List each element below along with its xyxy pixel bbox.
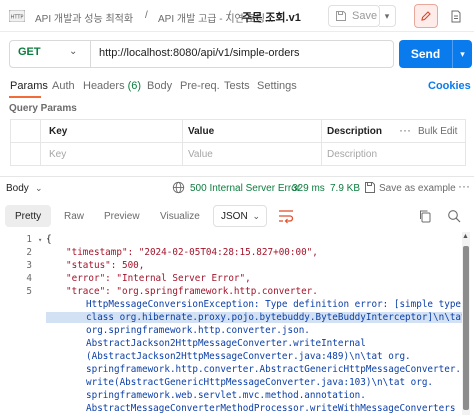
edit-button[interactable]	[414, 4, 438, 28]
http-request-icon: HTTP	[9, 10, 25, 22]
view-tab-raw[interactable]: Raw	[54, 205, 94, 227]
tab-settings[interactable]: Settings	[257, 80, 297, 92]
row-divider	[10, 142, 466, 143]
tab-headers[interactable]: Headers (6)	[83, 80, 141, 92]
globe-icon[interactable]	[172, 181, 185, 194]
line-number: 2	[26, 247, 32, 258]
column-header-value: Value	[188, 126, 215, 137]
format-select[interactable]: JSON ⌄	[213, 205, 267, 227]
save-button[interactable]: Save	[328, 5, 380, 27]
save-as-example-button[interactable]: Save as example	[379, 183, 456, 194]
code-line: springframework.web.servlet.mvc.method.a…	[86, 390, 366, 401]
pane-divider	[0, 176, 474, 177]
code-line: org.springframework.http.converter.json.	[86, 325, 310, 336]
method-select[interactable]: GET	[18, 46, 41, 58]
divider	[90, 41, 91, 67]
status-badge[interactable]: 500 Internal Server Error	[190, 183, 300, 194]
scroll-up-icon[interactable]: ▲	[462, 233, 469, 240]
breadcrumb-separator: /	[145, 10, 148, 21]
code-line: "timestamp": "2024-02-05T04:28:15.827+00…	[66, 247, 318, 258]
value-input[interactable]: Value	[188, 149, 213, 160]
highlighted-code-line: class org.hibernate.proxy.pojo.bytebuddy…	[46, 312, 467, 323]
active-tab-indicator	[9, 96, 41, 98]
key-input[interactable]: Key	[49, 149, 66, 160]
view-tab-visualize[interactable]: Visualize	[150, 205, 210, 227]
view-tab-pretty[interactable]: Pretty	[5, 205, 52, 227]
code-line: {	[46, 234, 52, 245]
save-options-button[interactable]: ▾	[379, 5, 396, 27]
url-input[interactable]: http://localhost:8080/api/v1/simple-orde…	[99, 47, 300, 59]
description-input[interactable]: Description	[327, 149, 377, 160]
column-header-key: Key	[49, 126, 68, 137]
send-label: Send	[410, 47, 441, 61]
send-button[interactable]: Send	[399, 40, 452, 68]
svg-text:HTTP: HTTP	[11, 15, 24, 21]
response-body-viewer[interactable]: 1 2 3 4 5 ▾ { "timestamp": "2024-02-05T0…	[0, 232, 474, 415]
code-line: "status": 500,	[66, 260, 145, 271]
save-icon	[336, 11, 346, 21]
breadcrumb-separator: /	[228, 10, 231, 21]
request-name[interactable]: 주문 조회.v1	[242, 9, 301, 25]
format-value: JSON	[221, 210, 248, 222]
tab-auth[interactable]: Auth	[52, 80, 75, 92]
document-icon	[451, 10, 461, 22]
response-time[interactable]: 329 ms	[292, 183, 325, 194]
documentation-button[interactable]	[444, 4, 468, 28]
response-size[interactable]: 7.9 KB	[330, 183, 360, 194]
chevron-down-icon[interactable]: ⌄	[35, 183, 43, 194]
more-options-icon[interactable]: ···	[458, 179, 470, 193]
code-line: springframework.http.converter.AbstractG…	[86, 364, 462, 375]
response-body-selector[interactable]: Body	[6, 183, 29, 194]
column-divider	[40, 119, 41, 166]
query-params-title: Query Params	[9, 103, 77, 114]
chevron-down-icon: ▾	[460, 48, 465, 59]
copy-icon[interactable]	[418, 209, 431, 223]
pencil-icon	[421, 11, 431, 21]
column-divider	[182, 119, 183, 166]
chevron-down-icon: ⌄	[252, 210, 260, 221]
line-number: 4	[26, 273, 32, 284]
view-tab-label: Visualize	[160, 210, 200, 222]
headers-count: (6)	[127, 80, 142, 92]
wrap-lines-icon[interactable]	[277, 208, 295, 224]
tab-body[interactable]: Body	[147, 80, 172, 92]
code-line: AbstractMessageConverterMethodProcessor.…	[86, 403, 456, 414]
code-line: AbstractJackson2HttpMessageConverter.wri…	[86, 338, 366, 349]
save-icon	[365, 182, 375, 193]
code-line: (AbstractJackson2HttpMessageConverter.ja…	[86, 351, 411, 362]
view-tab-preview[interactable]: Preview	[94, 205, 150, 227]
column-divider	[321, 119, 322, 166]
breadcrumb-collection[interactable]: API 개발과 성능 최적화	[35, 10, 133, 25]
column-header-description: Description	[327, 126, 383, 137]
view-tab-label: Raw	[64, 210, 85, 222]
tab-headers-label: Headers	[83, 80, 125, 92]
tab-params[interactable]: Params	[10, 80, 48, 92]
chevron-down-icon: ▾	[384, 10, 390, 21]
code-line: "trace": "org.springframework.http.conve…	[66, 286, 318, 297]
send-options-button[interactable]: ▾	[452, 40, 472, 68]
scrollbar-thumb[interactable]	[463, 246, 469, 410]
bulk-edit-button[interactable]: Bulk Edit	[418, 126, 457, 137]
code-line: HttpMessageConversionException: Type def…	[86, 299, 467, 310]
search-icon[interactable]	[447, 209, 461, 223]
tab-tests[interactable]: Tests	[224, 80, 250, 92]
code-line: "error": "Internal Server Error",	[66, 273, 251, 284]
cookies-link[interactable]: Cookies	[428, 80, 471, 92]
fold-icon[interactable]: ▾	[38, 236, 42, 244]
line-number: 1	[26, 234, 32, 245]
line-number: 3	[26, 260, 32, 271]
more-options-icon[interactable]: ···	[399, 123, 411, 137]
view-tab-label: Preview	[104, 210, 140, 222]
line-number: 5	[26, 286, 32, 297]
code-line: write(AbstractGenericHttpMessageConverte…	[86, 377, 434, 388]
chevron-down-icon[interactable]: ⌄	[69, 46, 77, 57]
tab-pre-request[interactable]: Pre-req.	[180, 80, 220, 92]
save-label: Save	[352, 10, 378, 22]
view-tab-label: Pretty	[15, 210, 42, 222]
